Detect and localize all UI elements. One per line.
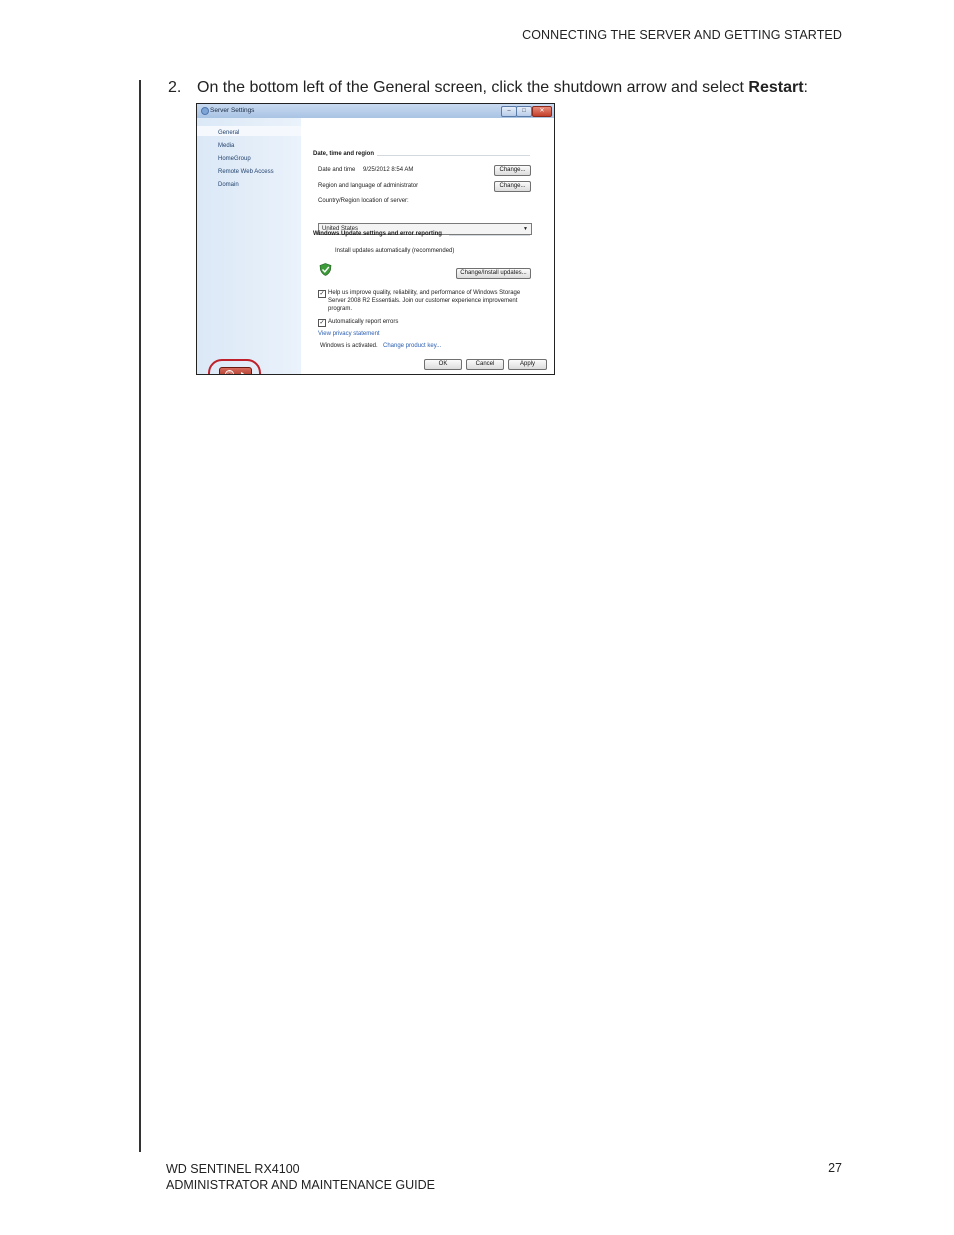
page-number: 27 bbox=[828, 1161, 842, 1175]
sidebar-item-media[interactable]: Media bbox=[218, 143, 234, 149]
sidebar-item-remote-web-access[interactable]: Remote Web Access bbox=[218, 169, 274, 175]
running-header: CONNECTING THE SERVER AND GETTING STARTE… bbox=[522, 28, 842, 42]
change-date-button[interactable]: Change... bbox=[494, 165, 531, 176]
change-install-updates-button[interactable]: Change/Install updates... bbox=[456, 268, 531, 279]
title-bar: Server Settings – □ ✕ bbox=[197, 104, 554, 118]
step-instruction: 2. On the bottom left of the General scre… bbox=[168, 79, 808, 97]
window-title: Server Settings bbox=[210, 107, 255, 114]
country-label: Country/Region location of server: bbox=[318, 198, 409, 204]
sidebar-selection bbox=[197, 126, 301, 136]
footer-left: WD SENTINEL RX4100 ADMINISTRATOR AND MAI… bbox=[166, 1161, 435, 1193]
improve-program-checkbox[interactable]: ✓ bbox=[318, 290, 326, 298]
date-section-heading: Date, time and region bbox=[313, 151, 375, 157]
footer-product: WD SENTINEL RX4100 bbox=[166, 1162, 300, 1176]
report-errors-label: Automatically report errors bbox=[328, 319, 399, 325]
privacy-statement-link[interactable]: View privacy statement bbox=[318, 331, 380, 337]
chevron-down-icon: ▼ bbox=[523, 226, 528, 232]
ok-button[interactable]: OK bbox=[424, 359, 462, 370]
cancel-button[interactable]: Cancel bbox=[466, 359, 504, 370]
footer-guide: ADMINISTRATOR AND MAINTENANCE GUIDE bbox=[166, 1178, 436, 1192]
step-number: 2. bbox=[168, 79, 182, 96]
date-value: 9/25/2012 8:54 AM bbox=[363, 167, 414, 173]
section-divider bbox=[449, 235, 530, 236]
help-text-line3: program. bbox=[328, 306, 353, 312]
shield-check-icon bbox=[319, 263, 332, 276]
server-settings-window: Server Settings – □ ✕ General Media Home… bbox=[196, 103, 555, 375]
help-text-line2: Server 2008 R2 Essentials. Join our cust… bbox=[328, 298, 518, 304]
region-label: Region and language of administrator bbox=[318, 183, 419, 189]
step-text: On the bottom left of the General screen… bbox=[197, 79, 749, 96]
sidebar-item-domain[interactable]: Domain bbox=[218, 182, 239, 188]
close-button[interactable]: ✕ bbox=[532, 106, 552, 117]
step-bold-term: Restart bbox=[748, 79, 804, 96]
minimize-button[interactable]: – bbox=[501, 106, 517, 117]
date-label: Date and time bbox=[318, 167, 356, 173]
sidebar-item-homegroup[interactable]: HomeGroup bbox=[218, 156, 251, 162]
section-divider bbox=[377, 155, 530, 156]
shutdown-button[interactable]: ⏻ ▸ bbox=[219, 367, 252, 374]
apply-button[interactable]: Apply bbox=[508, 359, 547, 370]
change-region-button[interactable]: Change... bbox=[494, 181, 531, 192]
activation-status: Windows is activated. bbox=[320, 343, 378, 349]
sidebar: General Media HomeGroup Remote Web Acces… bbox=[197, 118, 301, 374]
auto-update-text: Install updates automatically (recommend… bbox=[335, 248, 455, 254]
maximize-button[interactable]: □ bbox=[516, 106, 532, 117]
general-panel: Date, time and region Date and time 9/25… bbox=[301, 118, 554, 374]
window-icon bbox=[201, 107, 209, 115]
margin-rule bbox=[139, 80, 141, 1152]
report-errors-checkbox[interactable]: ✓ bbox=[318, 319, 326, 327]
change-product-key-link[interactable]: Change product key... bbox=[383, 343, 441, 349]
help-text-line1: Help us improve quality, reliability, an… bbox=[328, 290, 521, 296]
arrow-right-icon[interactable]: ▸ bbox=[241, 369, 244, 374]
update-section-heading: Windows Update settings and error report… bbox=[313, 231, 442, 237]
sidebar-item-general[interactable]: General bbox=[218, 130, 239, 136]
power-icon: ⏻ bbox=[225, 370, 234, 374]
step-end: : bbox=[803, 79, 808, 96]
